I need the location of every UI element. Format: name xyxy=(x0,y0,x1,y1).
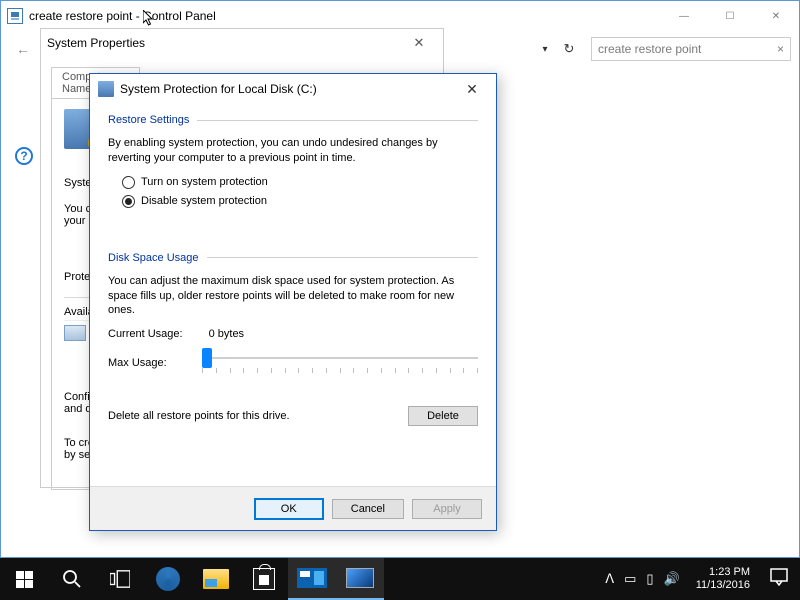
max-usage-slider[interactable] xyxy=(202,346,478,380)
max-usage-label: Max Usage: xyxy=(108,357,184,369)
disk-space-desc: You can adjust the maximum disk space us… xyxy=(108,274,478,319)
taskbar-search-button[interactable] xyxy=(48,558,96,600)
sp-close-button[interactable]: ✕ xyxy=(401,35,437,51)
start-button[interactable] xyxy=(0,558,48,600)
dlg-body: Restore Settings By enabling system prot… xyxy=(90,104,496,426)
restore-settings-label: Restore Settings xyxy=(108,114,189,126)
radio-icon xyxy=(122,176,135,189)
slider-ticks xyxy=(202,368,478,376)
slider-track-line xyxy=(202,357,478,359)
network-icon[interactable]: ▯ xyxy=(646,571,653,587)
monitor-icon xyxy=(346,568,374,588)
volume-icon[interactable]: 🔊 xyxy=(664,571,680,587)
radio-icon xyxy=(122,195,135,208)
taskbar: ᐱ ▭ ▯ 🔊 1:23 PM 11/13/2016 xyxy=(0,558,800,600)
close-button[interactable]: ✕ xyxy=(753,1,799,31)
dlg-close-button[interactable]: ✕ xyxy=(452,81,492,98)
delete-row: Delete all restore points for this drive… xyxy=(108,406,478,426)
system-tray[interactable]: ᐱ ▭ ▯ 🔊 xyxy=(597,571,688,587)
disk-space-header: Disk Space Usage xyxy=(108,252,478,264)
cp-titlebar: create restore point - Control Panel — ☐… xyxy=(1,1,799,31)
store-icon xyxy=(253,568,275,590)
dlg-footer: OK Cancel Apply xyxy=(90,486,496,530)
taskbar-edge[interactable] xyxy=(144,558,192,600)
edge-icon xyxy=(156,567,180,591)
drive-icon xyxy=(64,325,86,341)
dlg-title-icon xyxy=(98,81,114,97)
divider xyxy=(197,120,478,121)
radio-disable[interactable]: Disable system protection xyxy=(122,195,478,208)
nav-history-dropdown[interactable]: ▾ xyxy=(533,44,557,55)
taskbar-right: ᐱ ▭ ▯ 🔊 1:23 PM 11/13/2016 xyxy=(597,558,800,600)
delete-button[interactable]: Delete xyxy=(408,406,478,426)
system-protection-dialog: System Protection for Local Disk (C:) ✕ … xyxy=(89,73,497,531)
apply-button[interactable]: Apply xyxy=(412,499,482,519)
help-icon[interactable]: ? xyxy=(15,147,33,165)
radio-disable-label: Disable system protection xyxy=(141,195,267,207)
current-usage-value: 0 bytes xyxy=(209,328,244,340)
current-usage-label: Current Usage: xyxy=(108,328,183,340)
cancel-button[interactable]: Cancel xyxy=(332,499,404,519)
current-usage-row: Current Usage: 0 bytes xyxy=(108,328,478,340)
taskbar-system-properties[interactable] xyxy=(336,558,384,600)
ok-button[interactable]: OK xyxy=(254,498,324,520)
minimize-button[interactable]: — xyxy=(661,1,707,31)
control-panel-icon xyxy=(7,8,23,24)
tray-overflow-icon[interactable]: ᐱ xyxy=(605,571,614,587)
nav-refresh-button[interactable]: ↻ xyxy=(557,41,581,57)
maximize-button[interactable]: ☐ xyxy=(707,1,753,31)
nav-back-button[interactable]: ← xyxy=(9,35,37,63)
slider-thumb[interactable] xyxy=(202,348,212,368)
max-usage-row: Max Usage: xyxy=(108,346,478,380)
action-center-button[interactable] xyxy=(758,568,800,591)
search-input[interactable]: create restore point × xyxy=(591,37,791,61)
search-clear-icon[interactable]: × xyxy=(777,42,784,56)
restore-settings-desc: By enabling system protection, you can u… xyxy=(108,136,478,166)
taskbar-store[interactable] xyxy=(240,558,288,600)
battery-icon[interactable]: ▭ xyxy=(624,571,636,587)
sp-titlebar: System Properties ✕ xyxy=(41,29,443,57)
taskbar-clock[interactable]: 1:23 PM 11/13/2016 xyxy=(688,566,758,591)
folder-icon xyxy=(203,569,229,589)
task-view-button[interactable] xyxy=(96,558,144,600)
radio-turn-on[interactable]: Turn on system protection xyxy=(122,176,478,189)
divider xyxy=(207,257,479,258)
cp-title: create restore point - Control Panel xyxy=(29,9,216,23)
sp-title: System Properties xyxy=(47,36,145,50)
clock-date: 11/13/2016 xyxy=(696,579,750,592)
search-text: create restore point xyxy=(598,42,701,56)
restore-settings-header: Restore Settings xyxy=(108,114,478,126)
window-controls: — ☐ ✕ xyxy=(661,1,799,31)
radio-turn-on-label: Turn on system protection xyxy=(141,176,268,188)
taskbar-explorer[interactable] xyxy=(192,558,240,600)
control-panel-task-icon xyxy=(297,568,327,588)
clock-time: 1:23 PM xyxy=(696,566,750,579)
delete-desc: Delete all restore points for this drive… xyxy=(108,410,408,422)
taskbar-control-panel[interactable] xyxy=(288,558,336,600)
disk-space-label: Disk Space Usage xyxy=(108,252,199,264)
